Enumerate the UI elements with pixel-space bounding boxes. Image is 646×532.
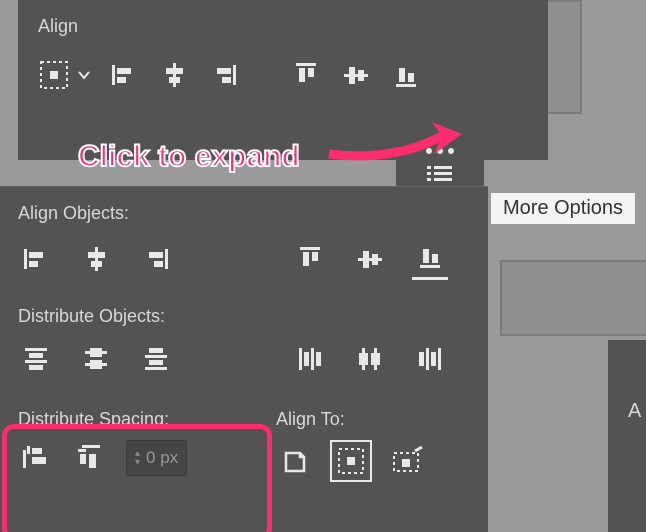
hdist-center-icon[interactable] — [352, 341, 388, 377]
align-panel-title: Align — [38, 16, 528, 37]
align-hcenter-icon[interactable] — [78, 241, 114, 277]
spacing-value-text: 0 px — [146, 448, 178, 468]
align-vcenter-icon[interactable] — [352, 241, 388, 277]
align-hcenter-icon[interactable] — [156, 57, 192, 93]
align-left-icon[interactable] — [106, 57, 142, 93]
stepper-arrows-icon[interactable]: ▴▾ — [135, 449, 140, 467]
align-expanded-panel: Align Objects: Distribute Objects: — [0, 186, 488, 532]
align-right-icon[interactable] — [138, 241, 174, 277]
align-to-selection-icon[interactable] — [330, 440, 372, 482]
bg-panel — [500, 260, 646, 336]
hdist-right-icon[interactable] — [412, 341, 448, 377]
vdist-bottom-icon[interactable] — [138, 341, 174, 377]
more-options-button[interactable] — [426, 148, 454, 154]
side-letter: A — [628, 400, 641, 423]
align-bottom-icon[interactable] — [388, 57, 424, 93]
vdist-space-icon[interactable] — [18, 440, 54, 476]
align-bottom-icon[interactable] — [412, 238, 448, 280]
bg-panel — [608, 340, 646, 532]
distribute-spacing-label: Distribute Spacing: — [10, 403, 260, 430]
tooltip-more-options: More Options — [490, 192, 636, 225]
spacing-value-input[interactable]: ▴▾ 0 px — [126, 440, 187, 476]
align-to-artboard-icon[interactable] — [276, 443, 312, 479]
align-objects-label: Align Objects: — [0, 197, 488, 224]
vdist-top-icon[interactable] — [18, 341, 54, 377]
hdist-left-icon[interactable] — [292, 341, 328, 377]
vdist-center-icon[interactable] — [78, 341, 114, 377]
hdist-space-icon[interactable] — [72, 440, 108, 476]
align-vcenter-icon[interactable] — [338, 57, 374, 93]
distribute-objects-label: Distribute Objects: — [0, 300, 488, 327]
align-top-icon[interactable] — [288, 57, 324, 93]
align-left-icon[interactable] — [18, 241, 54, 277]
align-right-icon[interactable] — [206, 57, 242, 93]
align-to-selection-dropdown[interactable] — [38, 57, 92, 93]
panel-menu-icon[interactable] — [427, 164, 453, 182]
align-to-label: Align To: — [276, 403, 488, 430]
align-to-key-object-icon[interactable] — [390, 443, 426, 479]
align-top-icon[interactable] — [292, 241, 328, 277]
